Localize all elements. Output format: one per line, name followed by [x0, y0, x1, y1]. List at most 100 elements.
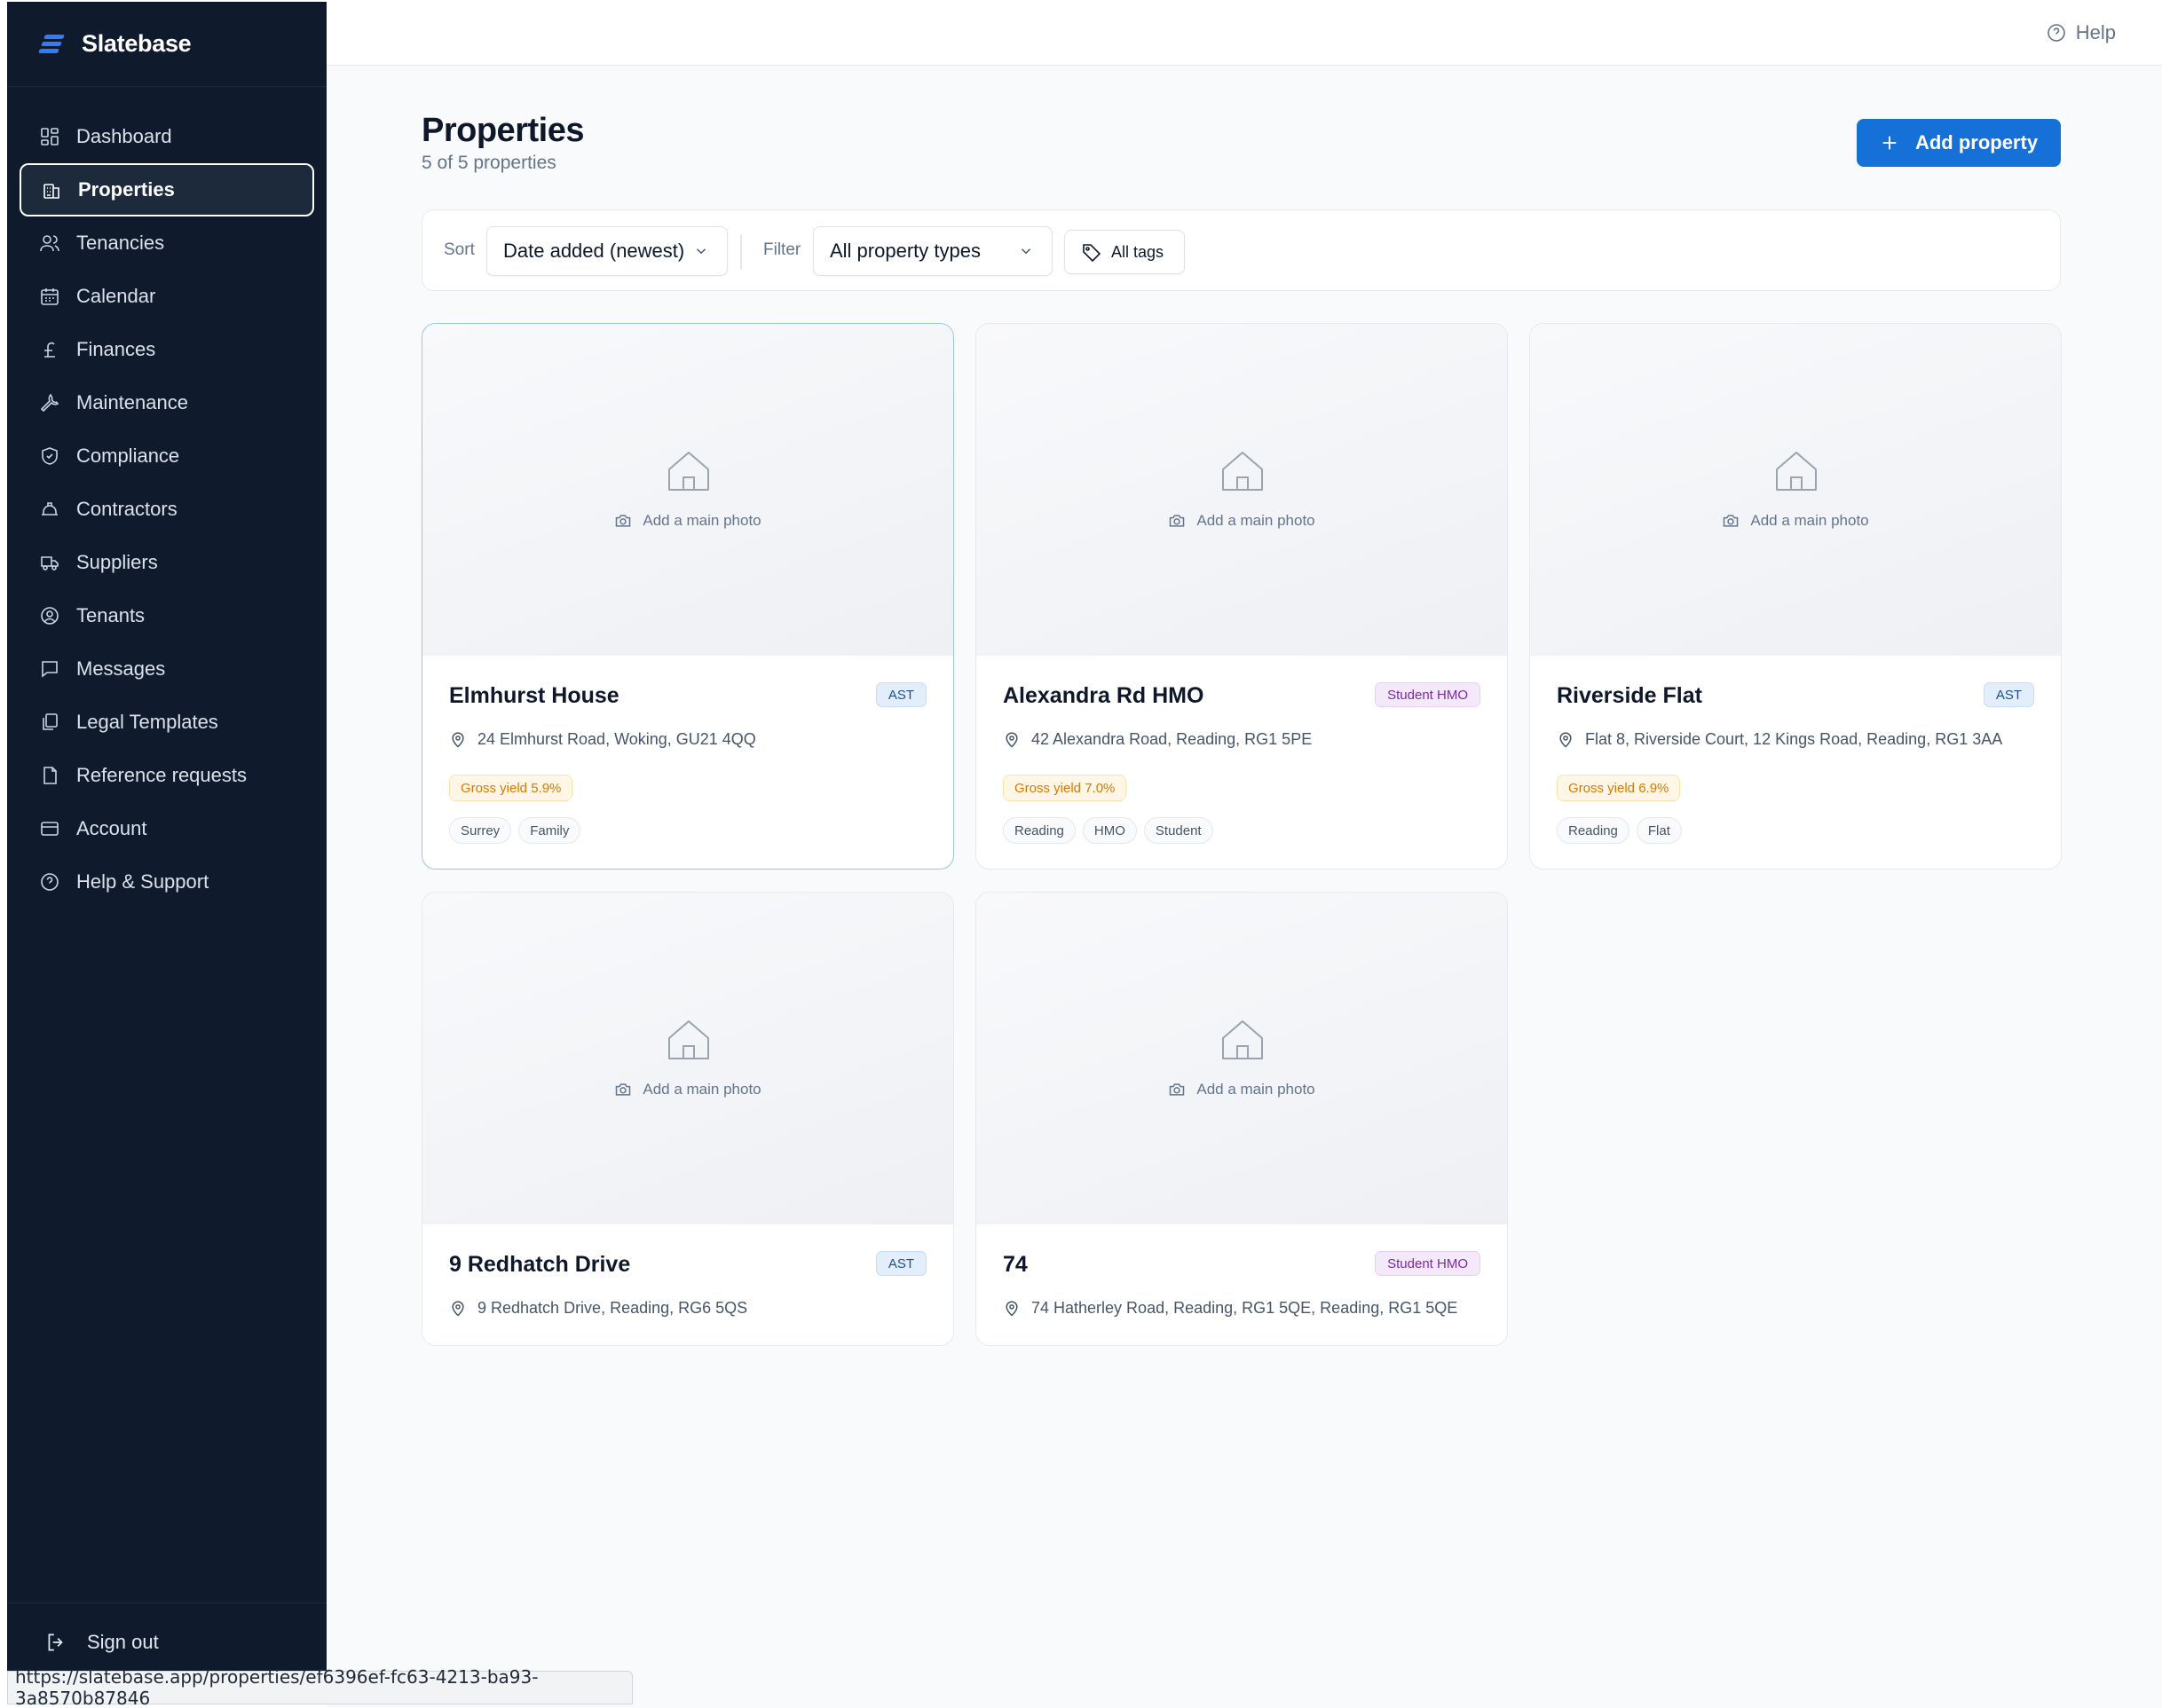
add-photo-button[interactable]: Add a main photo	[422, 1081, 953, 1098]
property-type-select[interactable]: All property types	[813, 226, 1053, 276]
tags-label: All tags	[1111, 242, 1164, 261]
add-photo-label: Add a main photo	[1196, 1081, 1315, 1098]
sidebar-item-calendar[interactable]: Calendar	[20, 270, 314, 323]
sidebar-item-label: Calendar	[76, 285, 156, 307]
sign-out-label: Sign out	[87, 1630, 159, 1653]
sidebar-item-messages[interactable]: Messages	[20, 642, 314, 696]
sidebar-item-label: Dashboard	[76, 125, 172, 147]
hardhat-icon	[42, 502, 58, 516]
users-icon	[40, 235, 59, 252]
sidebar-item-label: Legal Templates	[76, 711, 218, 733]
sidebar-item-label: Contractors	[76, 498, 178, 520]
building-icon	[43, 184, 59, 199]
property-name: 9 Redhatch Drive	[449, 1252, 631, 1277]
add-photo-button[interactable]: Add a main photo	[1530, 512, 2061, 530]
add-property-label: Add property	[1914, 131, 2039, 153]
sidebar-item-label: Tenants	[76, 604, 146, 626]
add-photo-button[interactable]: Add a main photo	[976, 1081, 1507, 1098]
brand[interactable]: Slatebase	[7, 2, 327, 87]
sidebar-item-dashboard[interactable]: Dashboard	[20, 110, 314, 163]
property-name: Alexandra Rd HMO	[1003, 683, 1204, 708]
address-text: Flat 8, Riverside Court, 12 Kings Road, …	[1585, 730, 2003, 748]
filter-value: All property types	[830, 240, 981, 262]
photo-placeholder: Add a main photo	[976, 324, 1507, 656]
photo-placeholder: Add a main photo	[422, 893, 953, 1224]
sidebar-item-properties[interactable]: Properties	[20, 163, 314, 216]
address-text: 9 Redhatch Drive, Reading, RG6 5QS	[477, 1299, 748, 1317]
photo-placeholder: Add a main photo	[422, 324, 953, 656]
house-icon	[1222, 1020, 1263, 1059]
property-card[interactable]: Add a main photo 9 Redhatch Drive AST 9 …	[422, 892, 954, 1346]
sidebar-item-label: Reference requests	[76, 764, 247, 786]
add-photo-label: Add a main photo	[643, 1081, 761, 1098]
address-text: 74 Hatherley Road, Reading, RG1 5QE, Rea…	[1031, 1299, 1458, 1317]
add-photo-label: Add a main photo	[1196, 512, 1315, 529]
property-card[interactable]: Add a main photo Alexandra Rd HMO Studen…	[975, 323, 1508, 870]
add-photo-button[interactable]: Add a main photo	[976, 512, 1507, 530]
tag-list: Reading Flat	[1557, 817, 1682, 844]
sidebar-item-label: Properties	[78, 178, 175, 201]
property-type-badge: Student HMO	[1375, 1251, 1480, 1276]
tag-chip: Reading	[1557, 817, 1629, 844]
camera-icon	[616, 515, 631, 527]
sidebar-item-label: Suppliers	[76, 551, 158, 573]
property-card[interactable]: Add a main photo 74 Student HMO 74 Hathe…	[975, 892, 1508, 1346]
sort-label: Sort	[444, 240, 475, 259]
tag-chip: Flat	[1636, 817, 1682, 844]
house-icon	[1776, 452, 1817, 491]
sidebar-item-help-support[interactable]: Help & Support	[20, 855, 314, 909]
shield-icon	[42, 447, 58, 465]
tag-chip: Family	[518, 817, 581, 844]
house-icon	[668, 452, 709, 491]
document-icon	[43, 767, 57, 784]
toolbar-divider	[740, 235, 742, 269]
app-name: Slatebase	[82, 30, 192, 57]
property-type-badge: AST	[875, 1251, 927, 1276]
chevron-down-icon	[696, 248, 706, 255]
map-pin-icon	[1559, 731, 1572, 748]
address-text: 42 Alexandra Road, Reading, RG1 5PE	[1031, 730, 1313, 748]
property-type-badge: Student HMO	[1375, 682, 1480, 707]
sidebar-item-legal-templates[interactable]: Legal Templates	[20, 696, 314, 749]
map-pin-icon	[1006, 1300, 1018, 1317]
logout-icon	[48, 1633, 63, 1651]
sidebar-item-maintenance[interactable]: Maintenance	[20, 376, 314, 429]
sort-value: Date added (newest)	[503, 240, 685, 262]
tags-filter-button[interactable]: All tags	[1064, 230, 1185, 274]
gross-yield-badge: Gross yield 7.0%	[1003, 775, 1127, 801]
dashboard-icon	[41, 128, 59, 146]
sidebar-item-finances[interactable]: Finances	[20, 323, 314, 376]
tag-list: Surrey Family	[449, 817, 581, 844]
sidebar-item-compliance[interactable]: Compliance	[20, 429, 314, 483]
property-address: 42 Alexandra Road, Reading, RG1 5PE	[1003, 730, 1312, 749]
truck-icon	[41, 556, 59, 571]
camera-icon	[1170, 1083, 1185, 1096]
property-card[interactable]: Add a main photo Riverside Flat AST Flat…	[1529, 323, 2062, 870]
sidebar-item-contractors[interactable]: Contractors	[20, 483, 314, 536]
browser-status-bar: https://slatebase.app/properties/ef6396e…	[7, 1666, 633, 1708]
sort-select[interactable]: Date added (newest)	[486, 226, 728, 276]
sidebar-item-tenants[interactable]: Tenants	[20, 589, 314, 642]
sidebar-item-reference-requests[interactable]: Reference requests	[20, 749, 314, 802]
add-property-button[interactable]: Add property	[1857, 119, 2061, 167]
add-photo-button[interactable]: Add a main photo	[422, 512, 953, 530]
tag-chip: Surrey	[449, 817, 512, 844]
help-circle-icon	[2047, 24, 2065, 42]
gross-yield-badge: Gross yield 5.9%	[449, 775, 573, 801]
camera-icon	[1170, 515, 1185, 527]
sidebar-item-suppliers[interactable]: Suppliers	[20, 536, 314, 589]
help-link[interactable]: Help	[2046, 21, 2116, 44]
property-address: 24 Elmhurst Road, Woking, GU21 4QQ	[449, 730, 756, 749]
sidebar-item-account[interactable]: Account	[20, 802, 314, 855]
help-circle-icon	[41, 873, 59, 891]
property-name: 74	[1003, 1252, 1028, 1277]
house-icon	[668, 1020, 709, 1059]
calendar-icon	[41, 288, 59, 305]
tag-list: Reading HMO Student	[1003, 817, 1213, 844]
property-card[interactable]: Add a main photo Elmhurst House AST 24 E…	[422, 323, 954, 870]
wrench-icon	[40, 393, 59, 413]
copy-icon	[43, 713, 58, 730]
sidebar-item-tenancies[interactable]: Tenancies	[20, 216, 314, 270]
sidebar-nav: Dashboard Properties Tenancies Calendar …	[7, 87, 327, 909]
page-title: Properties	[422, 112, 584, 149]
